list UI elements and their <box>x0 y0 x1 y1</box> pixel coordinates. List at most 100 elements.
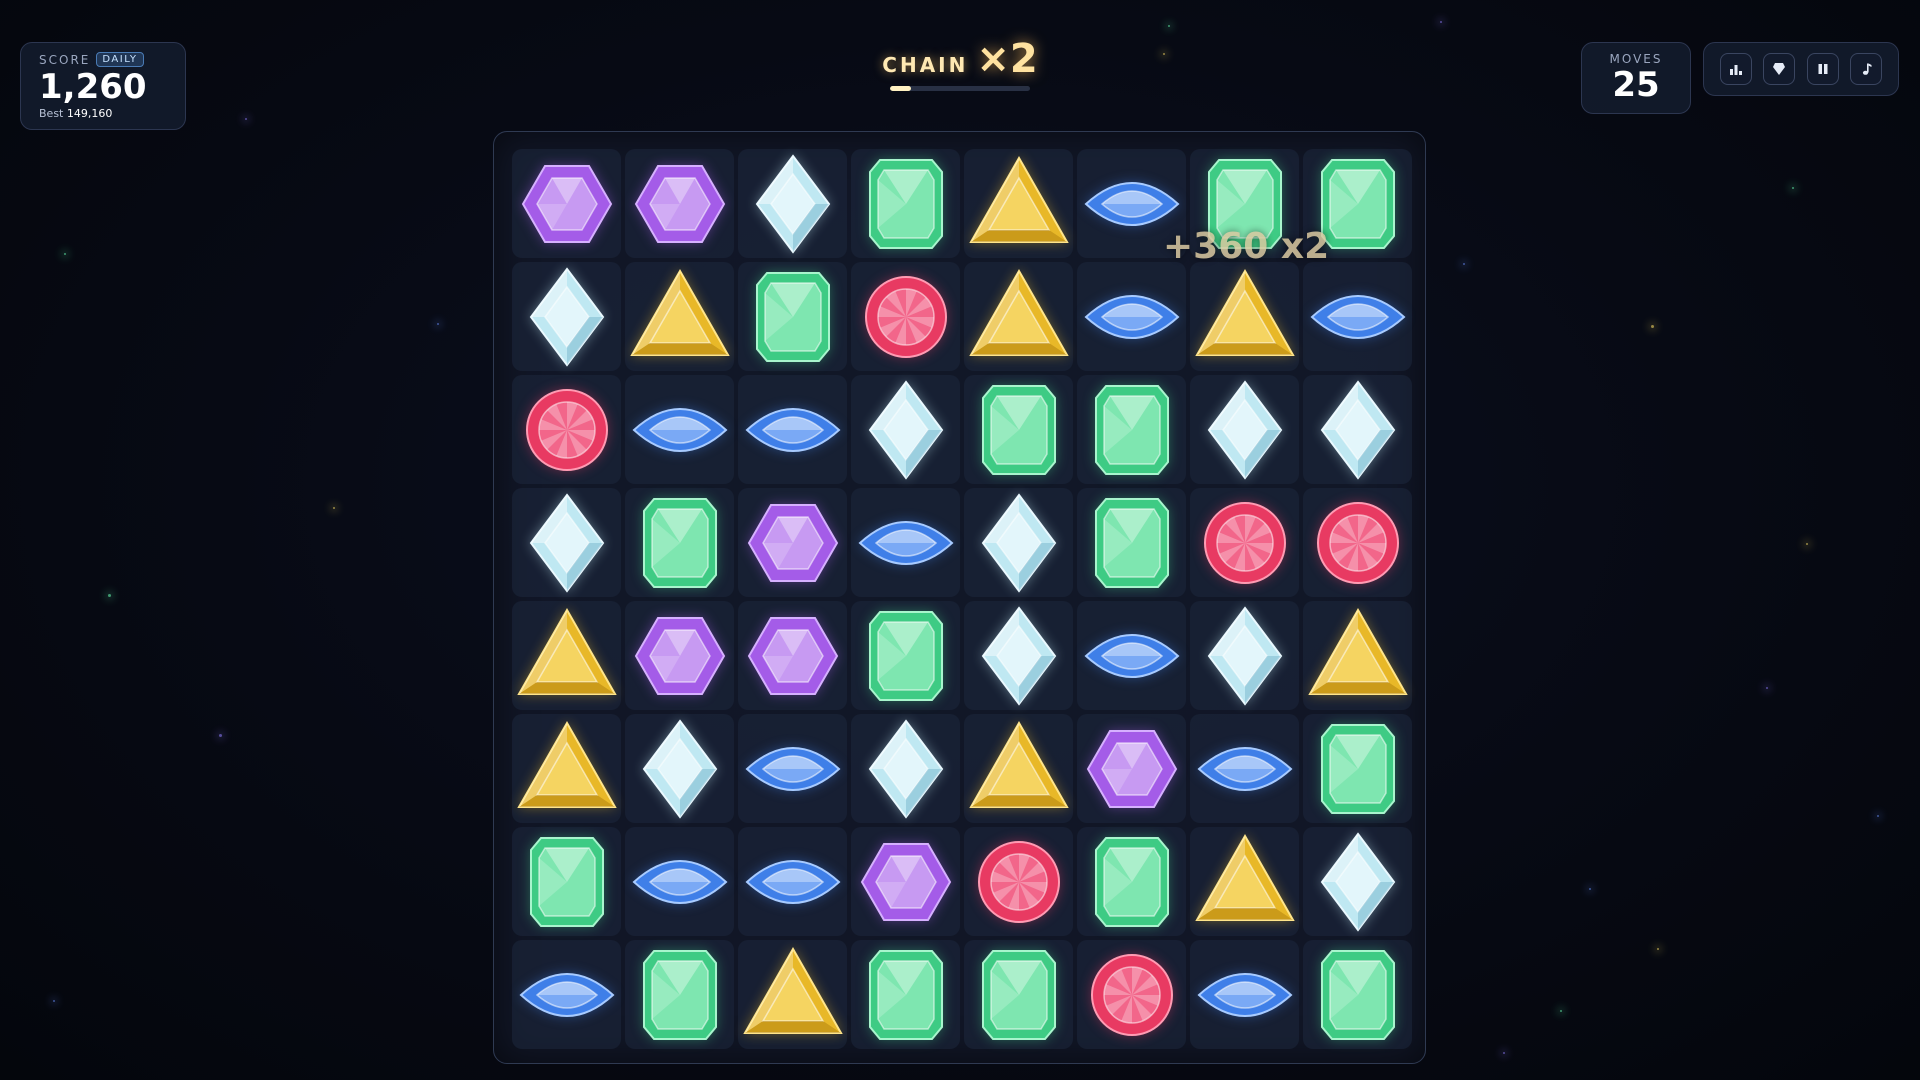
star <box>1877 815 1879 817</box>
star <box>1792 187 1794 189</box>
board-cell[interactable] <box>738 375 847 484</box>
board-cell[interactable] <box>1077 601 1186 710</box>
board-cell[interactable] <box>512 488 621 597</box>
board-cell[interactable] <box>1190 827 1299 936</box>
gem-button[interactable] <box>1763 53 1796 85</box>
chain-multiplier: ×2 <box>976 36 1038 82</box>
board-cell[interactable] <box>625 601 734 710</box>
board-cell[interactable] <box>512 149 621 258</box>
red-gem-icon <box>525 388 608 471</box>
board-cell[interactable] <box>1077 375 1186 484</box>
board-cell[interactable] <box>1077 827 1186 936</box>
green-gem-icon <box>981 384 1056 475</box>
board-cell[interactable] <box>625 940 734 1049</box>
board-cell[interactable] <box>738 714 847 823</box>
star <box>1651 325 1654 328</box>
board-cell[interactable] <box>1077 714 1186 823</box>
board-cell[interactable] <box>851 262 960 371</box>
diamond-gem-icon <box>868 718 943 819</box>
blue-gem-icon <box>519 972 614 1017</box>
score-label: SCORE <box>39 52 91 67</box>
board-cell[interactable] <box>1303 601 1412 710</box>
board-cell[interactable] <box>512 714 621 823</box>
board-cell[interactable] <box>512 375 621 484</box>
board-cell[interactable] <box>964 375 1073 484</box>
blue-gem-icon <box>745 746 840 791</box>
best-value: 149,160 <box>66 107 113 120</box>
board-cell[interactable] <box>1190 488 1299 597</box>
board-cell[interactable] <box>851 940 960 1049</box>
board-cell[interactable] <box>1303 714 1412 823</box>
red-gem-icon <box>1090 953 1173 1036</box>
board-cell[interactable] <box>512 940 621 1049</box>
diamond-gem-icon <box>1320 831 1395 932</box>
star <box>1766 687 1768 689</box>
board-cell[interactable] <box>964 262 1073 371</box>
board-cell[interactable] <box>625 375 734 484</box>
board-cell[interactable] <box>1303 827 1412 936</box>
board-cell[interactable] <box>1077 488 1186 597</box>
board-cell[interactable] <box>964 714 1073 823</box>
moves-label: MOVES <box>1609 52 1663 66</box>
board-cell[interactable] <box>964 601 1073 710</box>
board-cell[interactable] <box>1190 601 1299 710</box>
star <box>108 594 111 597</box>
board-cell[interactable] <box>625 262 734 371</box>
board-cell[interactable] <box>1303 375 1412 484</box>
star <box>1463 263 1465 265</box>
pause-button[interactable] <box>1806 53 1839 85</box>
red-gem-icon <box>1203 501 1286 584</box>
board-cell[interactable] <box>851 601 960 710</box>
board-cell[interactable] <box>512 827 621 936</box>
diamond-gem-icon <box>868 379 943 480</box>
board-cell[interactable] <box>851 488 960 597</box>
green-gem-icon <box>868 949 943 1040</box>
board-cell[interactable] <box>1190 375 1299 484</box>
blue-gem-icon <box>1310 294 1405 339</box>
board-cell[interactable] <box>738 488 847 597</box>
board-cell[interactable] <box>625 827 734 936</box>
board-cell[interactable] <box>738 149 847 258</box>
board-cell[interactable] <box>1303 488 1412 597</box>
board-cell[interactable] <box>1077 262 1186 371</box>
board-cell[interactable] <box>1077 940 1186 1049</box>
star <box>1806 543 1808 545</box>
board-cell[interactable] <box>851 375 960 484</box>
board-cell[interactable] <box>1303 262 1412 371</box>
score-panel: SCORE DAILY 1,260 Best 149,160 <box>20 42 186 130</box>
board-cell[interactable] <box>738 940 847 1049</box>
blue-gem-icon <box>632 859 727 904</box>
board-cell[interactable] <box>738 827 847 936</box>
board-cell[interactable] <box>625 714 734 823</box>
purple-gem-icon <box>1086 729 1177 808</box>
board-cell[interactable] <box>625 488 734 597</box>
music-button[interactable] <box>1850 53 1883 85</box>
gem-icon <box>1773 63 1786 75</box>
green-gem-icon <box>755 271 830 362</box>
board-cell[interactable] <box>851 827 960 936</box>
board-cell[interactable] <box>1303 940 1412 1049</box>
board-cell[interactable] <box>738 262 847 371</box>
green-gem-icon <box>1094 836 1169 927</box>
board-cell[interactable] <box>625 149 734 258</box>
leaderboard-button[interactable] <box>1719 53 1752 85</box>
board-cell[interactable] <box>964 149 1073 258</box>
star <box>1168 25 1170 27</box>
blue-gem-icon <box>1197 746 1292 791</box>
board-cell[interactable] <box>964 940 1073 1049</box>
board-cell[interactable] <box>1190 262 1299 371</box>
board-cell[interactable] <box>851 714 960 823</box>
chain-progress-fill <box>890 86 911 91</box>
yellow-gem-icon <box>968 720 1069 808</box>
yellow-gem-icon <box>968 268 1069 356</box>
board-cell[interactable] <box>964 827 1073 936</box>
purple-gem-icon <box>634 616 725 695</box>
board-cell[interactable] <box>851 149 960 258</box>
board-cell[interactable] <box>738 601 847 710</box>
board-cell[interactable] <box>1190 940 1299 1049</box>
toolbar <box>1703 42 1899 96</box>
board-cell[interactable] <box>512 601 621 710</box>
board-cell[interactable] <box>1190 714 1299 823</box>
board-cell[interactable] <box>512 262 621 371</box>
board-cell[interactable] <box>964 488 1073 597</box>
